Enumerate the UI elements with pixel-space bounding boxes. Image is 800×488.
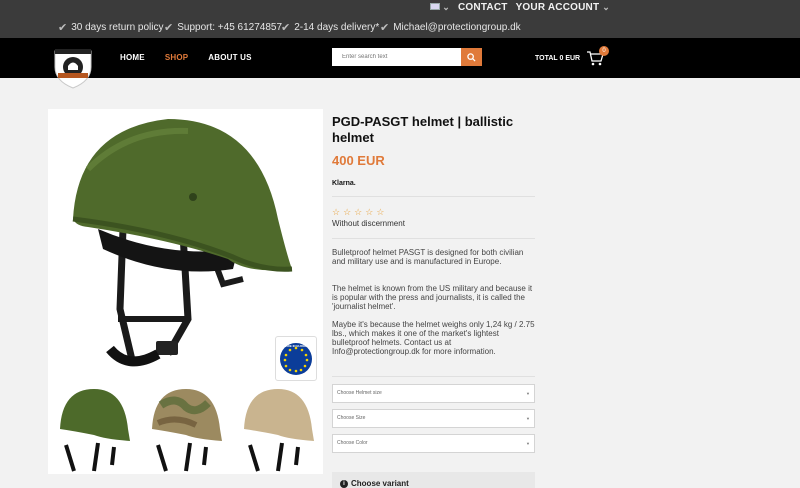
klarna-logo: Klarna. [332,180,356,187]
star-icon[interactable]: ☆ [343,207,351,218]
usp-email-text[interactable]: Michael@protectiongroup.dk [393,22,520,33]
checkmark-icon: ✔ [58,22,68,34]
search-button[interactable] [461,48,482,66]
choose-variant-label[interactable]: i Choose variant [340,479,409,488]
thumbnail-camo-helmet[interactable] [146,385,226,475]
usp-return: ✔ 30 days return policy [58,21,164,34]
contact-link[interactable]: CONTACT [458,2,508,13]
star-icon[interactable]: ☆ [365,207,373,218]
badge-text: MADE IN EUROPE [282,344,310,348]
chevron-down-icon: ⌄ [602,2,610,12]
account-label: YOUR ACCOUNT [515,2,600,13]
color-select-label: Choose Color [337,440,368,446]
product-title: PGD-PASGT helmet | ballistic helmet [332,114,514,145]
star-icon[interactable]: ☆ [354,207,362,218]
cart-count-badge: 0 [599,46,609,56]
badge-made-in-europe: MADE IN EUROPE [275,336,317,381]
checkmark-icon: ✔ [281,22,291,34]
chevron-down-icon: ▼ [526,416,530,421]
nav-home[interactable]: HOME [120,53,145,62]
rating-text: Without discernment [332,219,405,228]
thumbnail-tan-helmet[interactable] [238,385,318,475]
main-header: HOME SHOP ABOUT US TOTAL 0 EUR 0 [0,38,800,89]
nav-shop[interactable]: SHOP [165,53,188,62]
usp-delivery-text: 2-14 days delivery* [294,22,380,33]
language-selector[interactable]: ⌄ [430,2,450,13]
flag-icon [430,3,441,10]
chevron-down-icon: ▼ [526,391,530,396]
nav-about-us[interactable]: ABOUT US [208,53,251,62]
top-info-bar: ✔ 30 days return policy ✔ Support: +45 6… [0,0,800,38]
protection-group-logo[interactable] [52,45,94,89]
star-icon[interactable]: ☆ [332,207,340,218]
checkmark-icon: ✔ [380,22,390,34]
usp-email[interactable]: ✔ Michael@protectiongroup.dk [380,21,521,34]
description-paragraph: Maybe it's because the helmet weighs onl… [332,320,535,356]
color-select[interactable]: Choose Color ▼ [332,434,535,453]
helmet-size-select[interactable]: Choose Helmet size ▼ [332,384,535,403]
size-select-label: Choose Size [337,415,366,421]
usp-support-text: Support: +45 61274857 [177,22,283,33]
description-paragraph: Bulletproof helmet PASGT is designed for… [332,248,524,266]
chevron-down-icon: ⌄ [442,2,451,12]
divider [332,196,535,197]
account-link[interactable]: YOUR ACCOUNT ⌄ [516,2,610,13]
search-input[interactable] [332,48,461,66]
divider [332,238,535,239]
divider [332,376,535,377]
main-nav: HOME SHOP ABOUT US [120,53,252,62]
size-select[interactable]: Choose Size ▼ [332,409,535,428]
search-icon [467,52,476,62]
helmet-size-select-label: Choose Helmet size [337,390,382,396]
search-bar [332,48,482,66]
thumbnail-strip [48,385,323,475]
top-links: ⌄ CONTACT YOUR ACCOUNT ⌄ [430,2,610,13]
description-paragraph: The helmet is known from the US military… [332,284,533,311]
thumbnail-green-helmet[interactable] [54,385,134,475]
usp-delivery: ✔ 2-14 days delivery* [281,21,379,34]
product-price: 400 EUR [332,153,385,168]
info-icon: i [340,479,348,488]
star-icon[interactable]: ☆ [376,207,384,218]
usp-support: ✔ Support: +45 61274857 [164,21,282,34]
cart-total[interactable]: TOTAL 0 EUR [535,55,580,62]
usp-return-text: 30 days return policy [71,22,164,33]
choose-variant-text: Choose variant [351,479,409,488]
checkmark-icon: ✔ [164,22,174,34]
rating-stars[interactable]: ☆ ☆ ☆ ☆ ☆ [332,207,384,218]
chevron-down-icon: ▼ [526,441,530,446]
